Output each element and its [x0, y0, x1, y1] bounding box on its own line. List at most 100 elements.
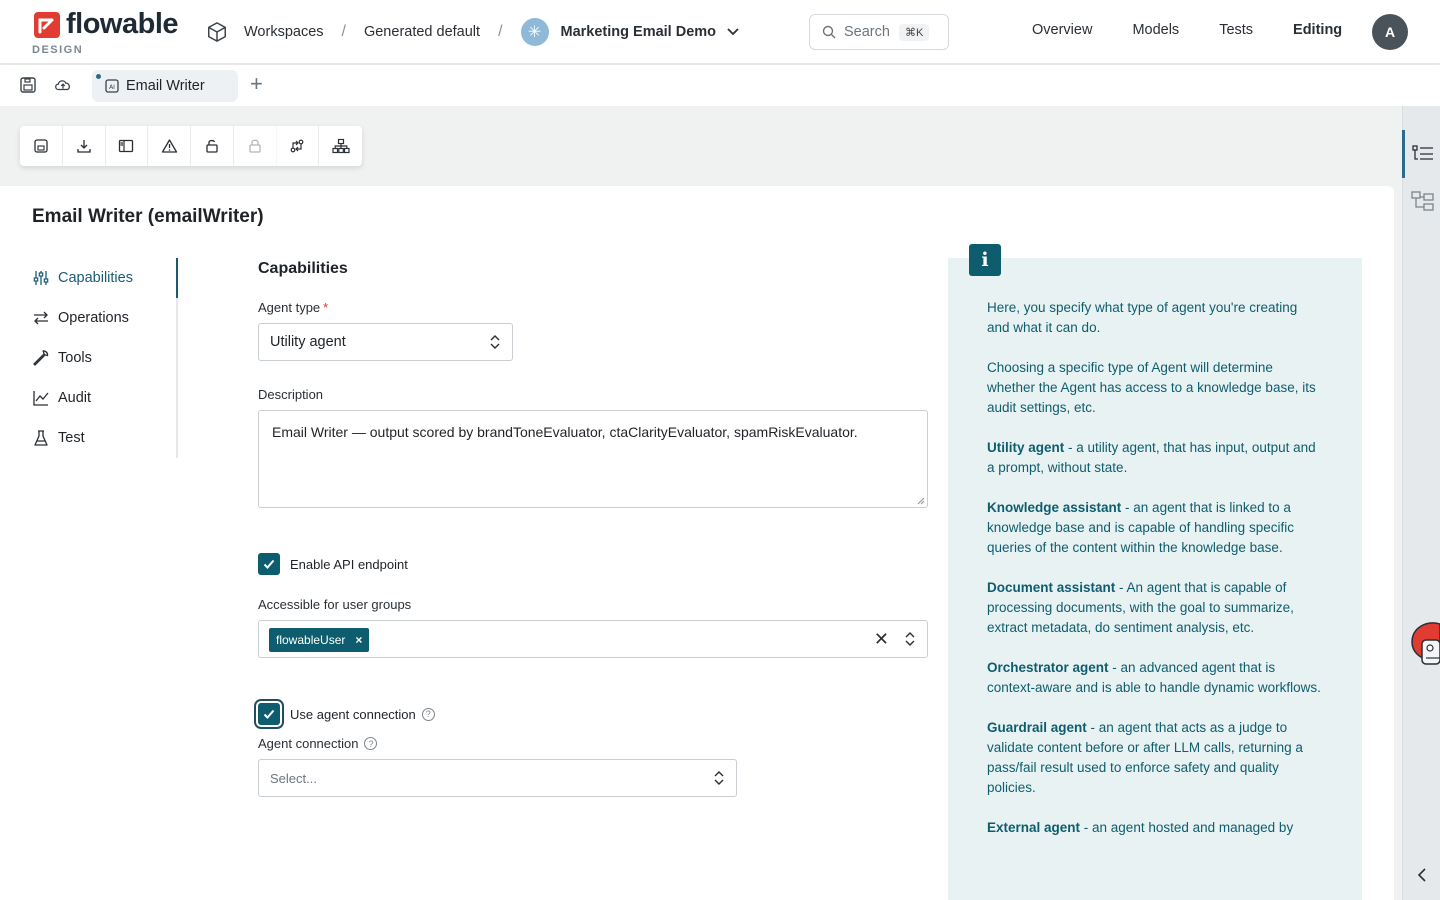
logo-text: flowable [66, 8, 179, 40]
nav-overview[interactable]: Overview [1032, 22, 1092, 38]
info-type-external: External agent - an agent hosted and man… [987, 820, 1294, 835]
info-panel: i Here, you specify what type of agent y… [948, 244, 1362, 900]
info-type-knowledge: Knowledge assistant - an agent that is l… [987, 500, 1294, 555]
sidenav-item-test[interactable]: Test [32, 418, 85, 458]
resize-handle-icon[interactable] [917, 497, 925, 505]
cube-icon [208, 22, 226, 42]
line-chart-icon [33, 391, 49, 406]
save-all-icon[interactable] [18, 75, 38, 95]
hierarchy-button[interactable] [319, 126, 362, 166]
info-intro: Choosing a specific type of Agent will d… [987, 360, 1316, 415]
nav-models[interactable]: Models [1132, 22, 1179, 38]
chip-remove-icon[interactable]: × [355, 633, 362, 647]
search-shortcut: ⌘K [898, 23, 930, 41]
select-arrows-icon[interactable] [905, 631, 915, 647]
search-placeholder: Search [844, 24, 890, 40]
help-icon[interactable]: ? [421, 707, 435, 721]
section-nav: Capabilities Operations Tools Audit Test [32, 258, 178, 458]
chip-label: flowableUser [276, 633, 346, 647]
user-groups-multiselect[interactable]: flowableUser × ✕ [258, 620, 928, 658]
info-type-utility: Utility agent - a utility agent, that ha… [987, 440, 1316, 475]
agent-type-label: Agent type * [258, 300, 329, 315]
sidenav-item-operations[interactable]: Operations [32, 298, 129, 338]
add-tab-button[interactable]: + [250, 73, 263, 95]
breadcrumb: Workspaces / Generated default / ✳ Marke… [206, 18, 740, 46]
top-nav: Overview Models Tests Editing [1032, 22, 1382, 38]
svg-text:AI: AI [109, 84, 115, 91]
sidenav-item-capabilities[interactable]: Capabilities [32, 258, 133, 298]
description-value: Email Writer — output scored by brandTon… [272, 424, 858, 440]
sidenav-label: Audit [58, 390, 92, 406]
clear-selection-icon[interactable]: ✕ [874, 629, 889, 649]
arrows-swap-icon [34, 311, 48, 325]
sliders-icon [33, 271, 49, 285]
rail-active-indicator [1402, 130, 1405, 178]
check-icon [263, 559, 275, 569]
nav-editing[interactable]: Editing [1293, 22, 1342, 38]
enable-api-checkbox[interactable] [258, 553, 280, 575]
avatar[interactable]: A [1372, 14, 1408, 50]
warning-icon [161, 139, 177, 153]
sidenav-item-tools[interactable]: Tools [32, 338, 92, 378]
tab-label: Email Writer [126, 78, 205, 94]
chevron-down-icon[interactable] [726, 25, 740, 39]
tab-email-writer[interactable]: AI Email Writer [92, 70, 238, 102]
breadcrumb-workspaces[interactable]: Workspaces [244, 24, 324, 40]
description-label: Description [258, 387, 324, 402]
compare-icon [290, 139, 304, 153]
unlock-icon [206, 139, 218, 153]
agent-connection-select[interactable]: Select... [258, 759, 737, 797]
breadcrumb-separator: / [341, 23, 346, 40]
flowable-logo-mark-icon [34, 12, 60, 38]
agent-type-select[interactable]: Utility agent [258, 323, 513, 361]
save-button[interactable] [20, 126, 63, 166]
flowable-logo[interactable]: flowable DESIGN [32, 8, 192, 58]
info-intro: Here, you specify what type of agent you… [987, 300, 1298, 335]
lock-button[interactable] [234, 126, 277, 166]
tree-structure-icon[interactable] [1411, 190, 1435, 212]
right-rail [1402, 106, 1440, 900]
use-connection-checkbox-row: Use agent connection ? [254, 699, 435, 729]
breadcrumb-generated-default[interactable]: Generated default [364, 24, 480, 40]
info-type-document: Document assistant - An agent that is ca… [987, 580, 1294, 635]
active-indicator [176, 258, 178, 298]
hierarchy-icon [332, 138, 350, 154]
select-arrows-icon [714, 771, 724, 785]
unlock-button[interactable] [191, 126, 234, 166]
info-type-orchestrator: Orchestrator agent - an advanced agent t… [987, 660, 1321, 695]
use-connection-label: Use agent connection [290, 706, 416, 722]
connection-label-row: Agent connection ? [258, 736, 378, 751]
editor-card: Email Writer (emailWriter) Capabilities … [0, 186, 1394, 900]
toggle-panel-button[interactable] [106, 126, 149, 166]
info-type-guardrail: Guardrail agent - an agent that acts as … [987, 720, 1303, 795]
help-icon[interactable]: ? [364, 737, 378, 750]
cloud-upload-icon[interactable] [53, 75, 73, 95]
mascot-helper-icon[interactable] [1406, 618, 1440, 678]
check-icon [263, 709, 275, 719]
info-icon: i [969, 244, 1001, 276]
connection-label: Agent connection [258, 736, 359, 751]
breadcrumb-app[interactable]: Marketing Email Demo [561, 24, 717, 40]
chevron-left-icon[interactable] [1416, 868, 1428, 882]
breadcrumb-separator: / [498, 23, 503, 40]
search-input[interactable]: Search ⌘K [809, 14, 949, 50]
search-icon [822, 25, 836, 39]
compare-button[interactable] [277, 126, 320, 166]
editor-toolbar [20, 126, 362, 166]
description-textarea[interactable]: Email Writer — output scored by brandTon… [258, 410, 928, 508]
enable-api-checkbox-row: Enable API endpoint [258, 553, 408, 575]
download-button[interactable] [63, 126, 106, 166]
nav-tests[interactable]: Tests [1219, 22, 1253, 38]
panel-icon [119, 139, 134, 153]
logo-subtitle: DESIGN [32, 44, 84, 56]
sidenav-item-audit[interactable]: Audit [32, 378, 91, 418]
validate-button[interactable] [148, 126, 191, 166]
connection-placeholder: Select... [270, 770, 317, 786]
enable-api-label: Enable API endpoint [290, 556, 408, 572]
outline-list-icon[interactable] [1412, 144, 1434, 164]
agent-type-value: Utility agent [270, 334, 346, 350]
agent-ai-icon: AI [105, 79, 119, 93]
flask-icon [34, 430, 48, 446]
unsaved-dot [96, 74, 101, 79]
use-connection-checkbox[interactable] [254, 699, 284, 729]
